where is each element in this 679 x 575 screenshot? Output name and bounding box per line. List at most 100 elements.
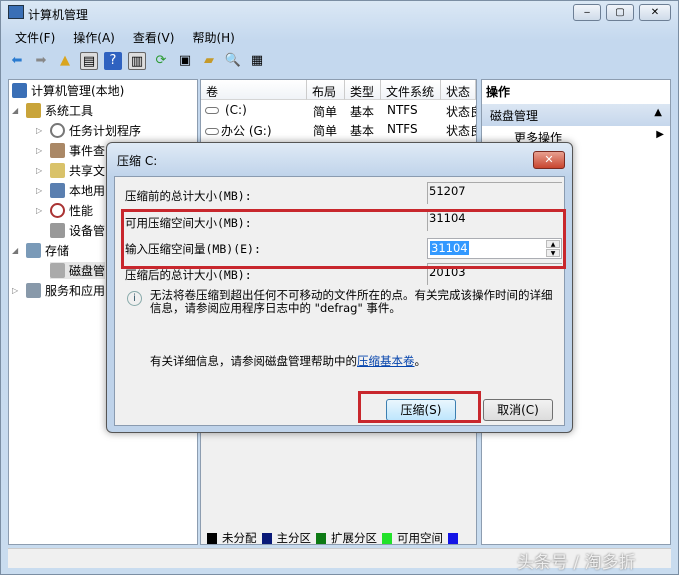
highlight-box	[358, 391, 481, 423]
column-header-type[interactable]: 类型	[345, 80, 381, 100]
cell-status: 状态良	[446, 105, 476, 119]
tree-item-system-tools[interactable]: ◢ 系统工具	[12, 102, 93, 119]
column-header-status[interactable]: 状态	[441, 80, 476, 100]
properties-icon[interactable]: ▣	[176, 52, 194, 70]
cancel-button[interactable]: 取消(C)	[483, 399, 553, 421]
services-icon	[26, 283, 41, 298]
minimize-button[interactable]: ‒	[573, 4, 601, 21]
cell-type: 基本	[350, 124, 375, 138]
refresh-icon[interactable]: ⟳	[152, 52, 170, 70]
cell-filesystem: NTFS	[387, 103, 418, 117]
section-label: 磁盘管理	[490, 109, 539, 123]
watermark: 头条号 / 淘多折	[517, 553, 636, 573]
event-viewer-icon	[50, 143, 65, 158]
open-folder-icon[interactable]: ▰	[200, 52, 218, 70]
cell-type: 基本	[350, 105, 375, 119]
cell-status: 状态良	[446, 124, 476, 138]
expand-icon[interactable]: ◢	[12, 106, 22, 115]
cell-layout: 简单	[313, 105, 338, 119]
forward-icon[interactable]: ➡	[32, 52, 50, 70]
total-after-label: 压缩后的总计大小(MB):	[125, 268, 252, 282]
tools-icon	[26, 103, 41, 118]
info-icon: i	[127, 291, 142, 306]
help-icon[interactable]: ?	[104, 52, 122, 70]
users-icon	[50, 183, 65, 198]
disk-legend: 未分配 主分区 扩展分区 可用空间	[207, 530, 458, 546]
tree-label: 性能	[69, 204, 94, 218]
menu-file[interactable]: 文件(F)	[6, 27, 64, 47]
shared-folder-icon	[50, 163, 65, 178]
help-link[interactable]: 压缩基本卷	[357, 354, 415, 368]
legend-swatch-primary	[261, 532, 272, 544]
show-hide-tree-icon[interactable]: ▤	[80, 52, 98, 70]
expand-icon[interactable]: ▷	[36, 166, 46, 175]
storage-icon	[26, 243, 41, 258]
expand-icon[interactable]: ▷	[36, 146, 46, 155]
highlight-box	[121, 209, 566, 269]
computer-icon	[12, 83, 27, 98]
column-header-layout[interactable]: 布局	[307, 80, 345, 100]
actions-section-disk-management[interactable]: 磁盘管理 ▲	[482, 104, 670, 126]
legend-label: 扩展分区	[331, 531, 377, 545]
menu-view[interactable]: 查看(V)	[124, 27, 184, 47]
performance-icon	[50, 203, 65, 218]
close-button[interactable]: ✕	[639, 4, 671, 21]
tree-item-local-users[interactable]: ▷ 本地用	[36, 182, 105, 199]
actions-header: 操作	[486, 85, 511, 99]
tree-item-shared-folders[interactable]: ▷ 共享文	[36, 162, 105, 179]
tree-label: 计算机管理(本地)	[31, 84, 125, 98]
legend-label: 未分配	[222, 531, 257, 545]
tree-label: 共享文	[69, 164, 106, 178]
help-line: 有关详细信息，请参阅磁盘管理帮助中的压缩基本卷。	[150, 353, 426, 369]
legend-swatch-extended	[316, 532, 326, 544]
clock-icon	[50, 123, 65, 138]
computer-management-icon	[8, 5, 24, 19]
column-header-volume[interactable]: 卷	[201, 80, 307, 100]
tree-label: 设备管	[69, 224, 106, 238]
up-folder-icon[interactable]: ▲	[56, 52, 74, 70]
tree-label: 事件查	[69, 144, 106, 158]
tree-item-services-applications[interactable]: ▷ 服务和应用	[12, 282, 105, 299]
menu-action[interactable]: 操作(A)	[64, 27, 124, 47]
expand-icon[interactable]: ◢	[12, 246, 22, 255]
tree-item-storage[interactable]: ◢ 存储	[12, 242, 69, 259]
legend-label: 可用空间	[397, 531, 443, 545]
tree-item-event-viewer[interactable]: ▷ 事件查	[36, 142, 105, 159]
window-title: 计算机管理	[28, 8, 89, 22]
tree-item-computer-management[interactable]: 计算机管理(本地)	[12, 82, 124, 99]
cell-layout: 简单	[313, 124, 338, 138]
back-icon[interactable]: ⬅	[8, 52, 26, 70]
expand-icon[interactable]: ▷	[36, 206, 46, 215]
tree-label: 存储	[45, 244, 70, 258]
menu-bar: 文件(F) 操作(A) 查看(V) 帮助(H)	[6, 27, 244, 47]
tree-item-task-scheduler[interactable]: ▷ 任务计划程序	[36, 122, 141, 139]
collapse-icon[interactable]: ▲	[654, 107, 662, 118]
dialog-close-button[interactable]: ✕	[533, 151, 565, 169]
expand-icon[interactable]: ▷	[36, 126, 46, 135]
help-prefix: 有关详细信息，请参阅磁盘管理帮助中的	[150, 354, 357, 368]
total-before-label: 压缩前的总计大小(MB):	[125, 189, 252, 203]
legend-swatch-unallocated	[207, 532, 217, 544]
tree-item-performance[interactable]: ▷ 性能	[36, 202, 93, 219]
drive-icon	[205, 107, 219, 114]
maximize-button[interactable]: ▢	[606, 4, 634, 21]
tree-item-device-manager[interactable]: 设备管	[50, 222, 105, 239]
table-row[interactable]: 办公 (G:)	[205, 122, 272, 139]
column-header-filesystem[interactable]: 文件系统	[381, 80, 441, 100]
menu-help[interactable]: 帮助(H)	[183, 27, 243, 47]
expand-icon[interactable]: ▷	[36, 186, 46, 195]
search-icon[interactable]: 🔍	[224, 52, 242, 70]
cell-volume: (C:)	[225, 103, 247, 117]
help-suffix: 。	[414, 354, 427, 368]
disk-management-icon	[50, 263, 65, 278]
table-row[interactable]: (C:)	[205, 103, 247, 117]
shrink-dialog: 压缩 C: ✕ 压缩前的总计大小(MB): 51207 可用压缩空间大小(MB)…	[106, 142, 573, 433]
show-hide-action-pane-icon[interactable]: ▥	[128, 52, 146, 70]
tree-label: 系统工具	[45, 104, 94, 118]
expand-icon[interactable]: ▷	[12, 286, 22, 295]
info-text: 无法将卷压缩到超出任何不可移动的文件所在的点。有关完成该操作时间的详细信息，请参…	[150, 288, 553, 315]
device-manager-icon	[50, 223, 65, 238]
settings-icon[interactable]: ▦	[248, 52, 266, 70]
legend-label: 主分区	[276, 531, 312, 545]
tree-item-disk-management[interactable]: 磁盘管	[50, 262, 106, 279]
